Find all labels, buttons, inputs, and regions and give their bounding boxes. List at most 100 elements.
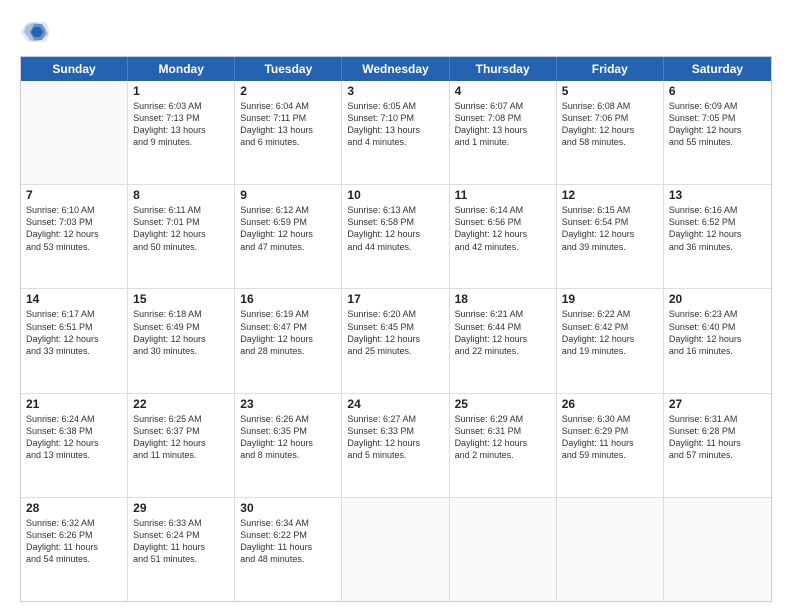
cell-info-line: Daylight: 12 hours	[455, 437, 551, 449]
day-number: 17	[347, 292, 443, 306]
header-day-tuesday: Tuesday	[235, 57, 342, 81]
cell-info-line: Sunset: 6:37 PM	[133, 425, 229, 437]
day-number: 30	[240, 501, 336, 515]
day-number: 15	[133, 292, 229, 306]
calendar-cell: 3Sunrise: 6:05 AMSunset: 7:10 PMDaylight…	[342, 81, 449, 184]
cell-info-line: Sunset: 7:05 PM	[669, 112, 766, 124]
day-number: 14	[26, 292, 122, 306]
cell-info-line: Daylight: 12 hours	[133, 437, 229, 449]
cell-info-line: Daylight: 12 hours	[240, 437, 336, 449]
calendar-cell: 9Sunrise: 6:12 AMSunset: 6:59 PMDaylight…	[235, 185, 342, 288]
page: SundayMondayTuesdayWednesdayThursdayFrid…	[0, 0, 792, 612]
cell-info-line: Sunset: 6:59 PM	[240, 216, 336, 228]
header-day-wednesday: Wednesday	[342, 57, 449, 81]
cell-info-line: Daylight: 12 hours	[669, 228, 766, 240]
cell-info-line: Daylight: 11 hours	[133, 541, 229, 553]
calendar-cell: 8Sunrise: 6:11 AMSunset: 7:01 PMDaylight…	[128, 185, 235, 288]
cell-info-line: Sunrise: 6:04 AM	[240, 100, 336, 112]
cell-info-line: Sunset: 6:45 PM	[347, 321, 443, 333]
cell-info-line: Sunset: 6:54 PM	[562, 216, 658, 228]
cell-info-line: Sunrise: 6:07 AM	[455, 100, 551, 112]
cell-info-line: and 11 minutes.	[133, 449, 229, 461]
cell-info-line: Sunrise: 6:08 AM	[562, 100, 658, 112]
cell-info-line: Sunrise: 6:20 AM	[347, 308, 443, 320]
calendar-cell: 5Sunrise: 6:08 AMSunset: 7:06 PMDaylight…	[557, 81, 664, 184]
cell-info-line: and 39 minutes.	[562, 241, 658, 253]
calendar: SundayMondayTuesdayWednesdayThursdayFrid…	[20, 56, 772, 602]
day-number: 10	[347, 188, 443, 202]
cell-info-line: and 51 minutes.	[133, 553, 229, 565]
cell-info-line: Sunrise: 6:34 AM	[240, 517, 336, 529]
cell-info-line: and 47 minutes.	[240, 241, 336, 253]
cell-info-line: Sunset: 6:47 PM	[240, 321, 336, 333]
cell-info-line: Sunrise: 6:22 AM	[562, 308, 658, 320]
logo	[20, 18, 54, 46]
calendar-header: SundayMondayTuesdayWednesdayThursdayFrid…	[21, 57, 771, 81]
day-number: 28	[26, 501, 122, 515]
day-number: 6	[669, 84, 766, 98]
calendar-cell	[342, 498, 449, 601]
logo-icon	[20, 18, 50, 46]
cell-info-line: Daylight: 12 hours	[347, 333, 443, 345]
calendar-cell: 26Sunrise: 6:30 AMSunset: 6:29 PMDayligh…	[557, 394, 664, 497]
cell-info-line: Sunset: 6:51 PM	[26, 321, 122, 333]
calendar-week-3: 21Sunrise: 6:24 AMSunset: 6:38 PMDayligh…	[21, 394, 771, 498]
day-number: 9	[240, 188, 336, 202]
calendar-cell: 20Sunrise: 6:23 AMSunset: 6:40 PMDayligh…	[664, 289, 771, 392]
day-number: 29	[133, 501, 229, 515]
calendar-cell: 1Sunrise: 6:03 AMSunset: 7:13 PMDaylight…	[128, 81, 235, 184]
cell-info-line: and 19 minutes.	[562, 345, 658, 357]
calendar-cell	[557, 498, 664, 601]
cell-info-line: Sunrise: 6:12 AM	[240, 204, 336, 216]
day-number: 25	[455, 397, 551, 411]
calendar-cell: 23Sunrise: 6:26 AMSunset: 6:35 PMDayligh…	[235, 394, 342, 497]
cell-info-line: Sunrise: 6:18 AM	[133, 308, 229, 320]
calendar-week-2: 14Sunrise: 6:17 AMSunset: 6:51 PMDayligh…	[21, 289, 771, 393]
calendar-cell: 17 Sunrise: 6:20 AMSunset: 6:45 PMDayligh…	[342, 289, 449, 392]
cell-info-line: and 59 minutes.	[562, 449, 658, 461]
day-number: 3	[347, 84, 443, 98]
header-day-thursday: Thursday	[450, 57, 557, 81]
calendar-cell: 15 Sunrise: 6:18 AMSunset: 6:49 PMDayligh…	[128, 289, 235, 392]
cell-info-line: Sunrise: 6:26 AM	[240, 413, 336, 425]
cell-info-line: Daylight: 12 hours	[455, 228, 551, 240]
cell-info-line: Sunset: 6:56 PM	[455, 216, 551, 228]
calendar-cell: 11Sunrise: 6:14 AMSunset: 6:56 PMDayligh…	[450, 185, 557, 288]
cell-info-line: Sunset: 6:35 PM	[240, 425, 336, 437]
calendar-cell	[21, 81, 128, 184]
calendar-cell: 16Sunrise: 6:19 AMSunset: 6:47 PMDayligh…	[235, 289, 342, 392]
day-number: 11	[455, 188, 551, 202]
cell-info-line: Sunrise: 6:27 AM	[347, 413, 443, 425]
cell-info-line: Sunset: 7:01 PM	[133, 216, 229, 228]
cell-info-line: Sunset: 6:24 PM	[133, 529, 229, 541]
cell-info-line: Sunrise: 6:25 AM	[133, 413, 229, 425]
calendar-cell	[450, 498, 557, 601]
cell-info-line: Sunset: 7:13 PM	[133, 112, 229, 124]
cell-info-line: Sunrise: 6:05 AM	[347, 100, 443, 112]
cell-info-line: Daylight: 12 hours	[133, 333, 229, 345]
cell-info-line: Sunset: 7:03 PM	[26, 216, 122, 228]
cell-info-line: Sunset: 6:49 PM	[133, 321, 229, 333]
cell-info-line: Sunset: 7:10 PM	[347, 112, 443, 124]
cell-info-line: Sunset: 6:22 PM	[240, 529, 336, 541]
cell-info-line: Sunrise: 6:23 AM	[669, 308, 766, 320]
cell-info-line: Sunset: 6:31 PM	[455, 425, 551, 437]
calendar-cell: 13Sunrise: 6:16 AMSunset: 6:52 PMDayligh…	[664, 185, 771, 288]
cell-info-line: Sunset: 7:11 PM	[240, 112, 336, 124]
cell-info-line: Sunrise: 6:29 AM	[455, 413, 551, 425]
cell-info-line: and 42 minutes.	[455, 241, 551, 253]
cell-info-line: Sunset: 6:40 PM	[669, 321, 766, 333]
day-number: 22	[133, 397, 229, 411]
header-day-saturday: Saturday	[664, 57, 771, 81]
cell-info-line: Sunset: 6:42 PM	[562, 321, 658, 333]
cell-info-line: and 22 minutes.	[455, 345, 551, 357]
cell-info-line: Daylight: 11 hours	[240, 541, 336, 553]
cell-info-line: Sunrise: 6:03 AM	[133, 100, 229, 112]
cell-info-line: and 57 minutes.	[669, 449, 766, 461]
cell-info-line: Daylight: 13 hours	[133, 124, 229, 136]
cell-info-line: and 6 minutes.	[240, 136, 336, 148]
cell-info-line: Sunrise: 6:11 AM	[133, 204, 229, 216]
calendar-week-0: 1Sunrise: 6:03 AMSunset: 7:13 PMDaylight…	[21, 81, 771, 185]
cell-info-line: and 44 minutes.	[347, 241, 443, 253]
day-number: 24	[347, 397, 443, 411]
